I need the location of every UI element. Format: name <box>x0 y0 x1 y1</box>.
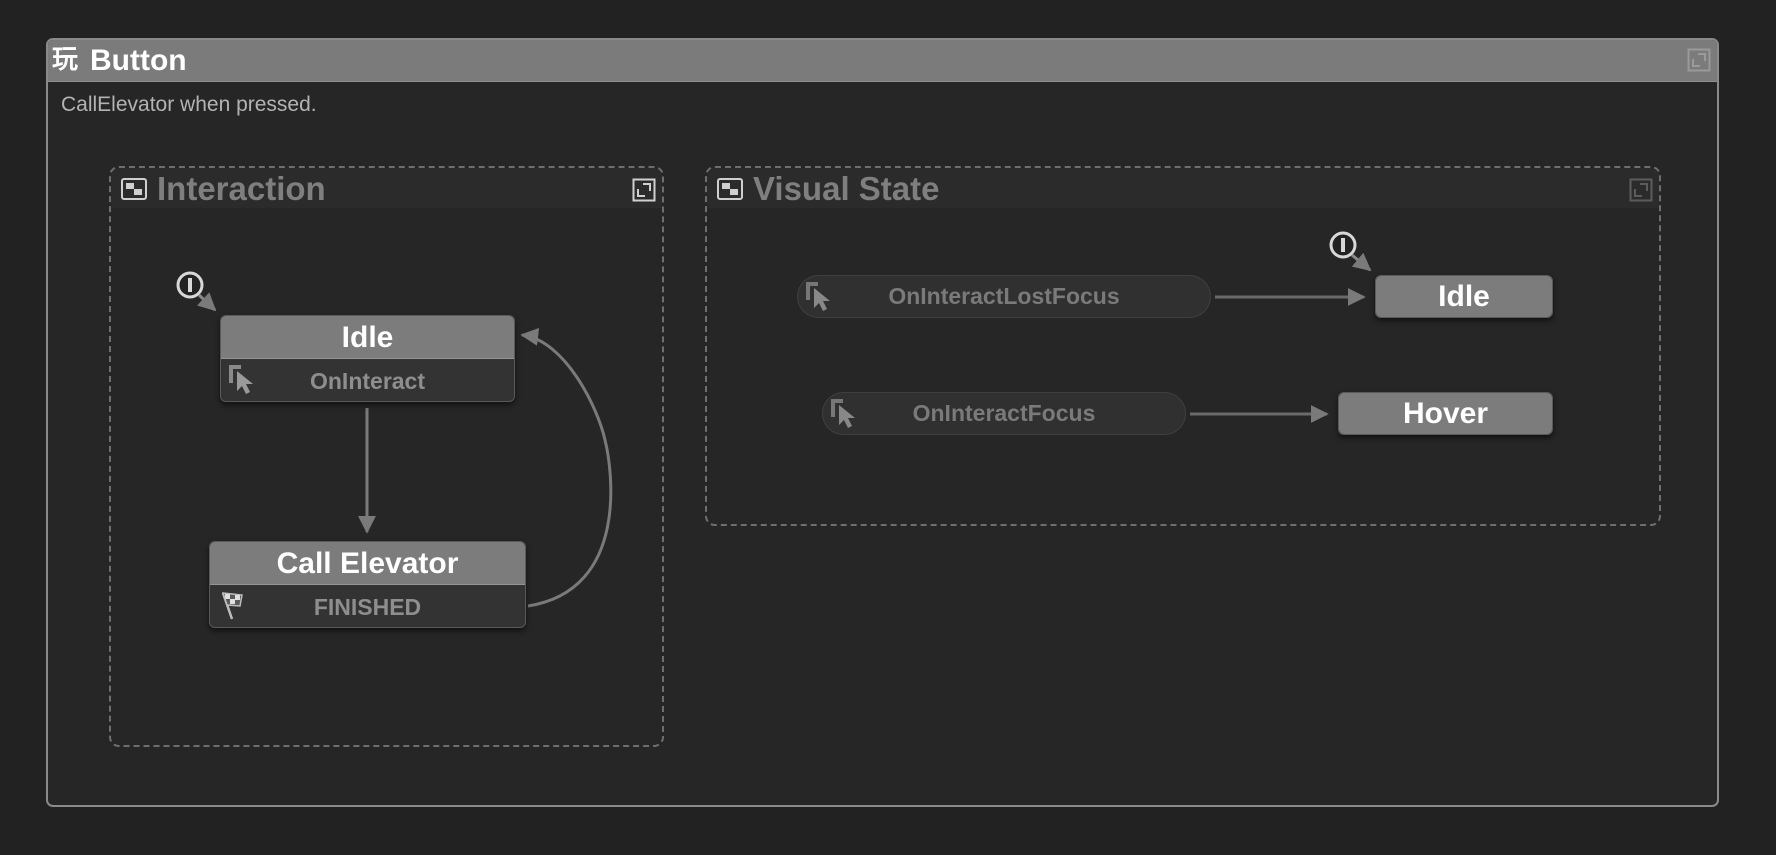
state-idle-interaction[interactable]: Idle OnInteract <box>220 315 515 402</box>
group-header[interactable]: Interaction <box>111 168 662 208</box>
expand-icon[interactable] <box>1687 48 1711 72</box>
sub-fsm-icon <box>717 178 743 200</box>
expand-icon[interactable] <box>632 178 656 202</box>
cursor-icon <box>229 365 253 394</box>
event-label: FINISHED <box>313 594 422 620</box>
expand-icon[interactable] <box>1629 178 1653 202</box>
group-title: Visual State <box>753 170 940 207</box>
group-title: Interaction <box>157 170 326 207</box>
state-title: Idle <box>221 316 514 359</box>
sub-fsm-icon <box>121 178 147 200</box>
group-interaction[interactable]: Interaction <box>109 166 664 747</box>
state-title: Hover <box>1339 393 1552 434</box>
group-visual-state[interactable]: Visual State <box>705 166 1661 526</box>
state-idle-visual[interactable]: Idle <box>1375 275 1553 318</box>
fsm-description: CallElevator when pressed. <box>61 93 317 116</box>
cursor-icon <box>831 399 855 428</box>
state-call-elevator[interactable]: Call Elevator FINISHED <box>209 541 526 628</box>
checkered-flag-icon <box>221 592 243 620</box>
global-transition-onInteractLostFocus[interactable]: OnInteractLostFocus <box>797 275 1211 318</box>
group-header[interactable]: Visual State <box>707 168 1659 208</box>
cursor-icon <box>806 282 830 311</box>
event-label: OnInteractLostFocus <box>888 283 1120 309</box>
fsm-glyph-icon: 玩 <box>52 45 79 75</box>
event-label: OnInteractFocus <box>912 400 1096 426</box>
global-transition-onInteractFocus[interactable]: OnInteractFocus <box>822 392 1186 435</box>
state-hover[interactable]: Hover <box>1338 392 1553 435</box>
state-title: Call Elevator <box>210 542 525 585</box>
state-transition-event[interactable]: FINISHED <box>210 585 525 627</box>
event-label: OnInteract <box>309 368 426 394</box>
fsm-title: Button <box>90 44 187 77</box>
fsm-canvas[interactable]: 玩 Button CallElevator when pressed. Inte… <box>0 0 1776 855</box>
state-title: Idle <box>1376 276 1552 317</box>
fsm-header[interactable]: 玩 Button <box>48 40 1717 82</box>
state-transition-event[interactable]: OnInteract <box>221 359 514 401</box>
